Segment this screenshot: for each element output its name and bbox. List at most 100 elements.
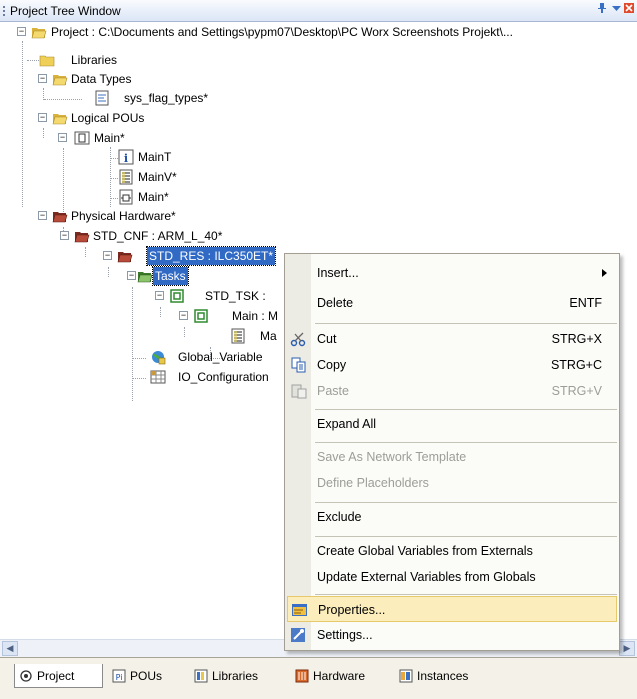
menu-item-save-as-network-template[interactable]: Save As Network Template [287,444,617,470]
title-bar: Project Tree Window [0,0,637,22]
tree-label: STD_RES : ILC350ET* [145,246,277,266]
scissors-icon [290,332,306,347]
svg-text:i: i [124,152,128,165]
menu-item-label: Settings... [317,628,373,642]
instances-tab-icon [399,669,413,683]
open-folder-icon [31,28,47,39]
menu-item-create-global-variables[interactable]: Create Global Variables from Externals [287,538,617,564]
task-icon [170,289,184,303]
tree-label: Physical Hardware* [71,209,176,223]
pou-icon [74,131,90,145]
menu-item-label: Exclude [317,510,362,524]
tab-bar: Project Pi POUs Libraries Hardware Insta… [0,657,637,699]
menu-item-copy[interactable]: Copy STRG+C [287,352,617,378]
menu-item-paste[interactable]: Paste STRG+V [287,378,617,404]
menu-item-shortcut: STRG+X [551,332,602,346]
tab-label: Project [37,669,75,683]
collapse-icon[interactable]: − [60,231,69,240]
tree-label: MainT [138,150,172,164]
hardware-folder-icon [52,212,68,223]
collapse-icon[interactable]: − [58,133,67,142]
tab-pous[interactable]: Pi POUs [108,664,186,688]
menu-item-update-external-variables[interactable]: Update External Variables from Globals [287,564,617,590]
tab-libraries[interactable]: Libraries [190,664,286,688]
globe-icon [152,351,166,365]
settings-icon [291,628,305,642]
window-title: Project Tree Window [10,4,121,18]
copy-icon [291,357,306,373]
menu-item-define-placeholders[interactable]: Define Placeholders [287,470,617,496]
menu-separator [315,536,617,537]
tab-label: Hardware [313,669,366,683]
tree-label: IO_Configuration [178,370,269,384]
collapse-icon[interactable]: − [155,291,164,300]
tree-label: Data Types [71,72,132,86]
tab-label: POUs [130,669,163,683]
hardware-folder-icon [117,252,133,263]
tree-label: sys_flag_types* [124,91,209,105]
scroll-left-icon[interactable]: ◀ [2,641,18,656]
tasks-folder-icon [137,272,153,283]
paste-icon [291,384,307,399]
collapse-icon[interactable]: − [38,113,47,122]
grip-handle[interactable] [3,6,7,16]
collapse-icon[interactable]: − [17,27,26,36]
menu-item-insert[interactable]: Insert... [287,260,617,286]
hardware-tab-icon [295,669,309,683]
menu-item-expand-all[interactable]: Expand All [287,411,617,437]
menu-item-label: Create Global Variables from Externals [317,544,533,558]
tree-label: MainV* [138,170,177,184]
tree-label: Libraries [71,53,118,67]
tree-label: Logical POUs [71,111,145,125]
menu-separator [315,442,617,443]
tab-project[interactable]: Project [14,664,103,688]
menu-item-shortcut: STRG+V [551,384,602,398]
menu-item-label: Properties... [318,603,386,617]
tab-label: Instances [417,669,469,683]
menu-item-delete[interactable]: Delete ENTF [287,290,617,316]
tree-label: Ma [260,329,277,343]
collapse-icon[interactable]: − [179,311,188,320]
menu-item-label: Save As Network Template [317,450,467,464]
variables-icon [231,328,245,344]
menu-separator [315,502,617,503]
menu-item-shortcut: STRG+C [550,358,602,372]
dropdown-icon[interactable] [609,2,623,18]
close-icon[interactable] [622,2,636,18]
menu-item-label: Expand All [317,417,377,431]
collapse-icon[interactable]: − [103,251,112,260]
svg-text:Pi: Pi [116,673,123,682]
tab-label: Libraries [212,669,259,683]
menu-item-exclude[interactable]: Exclude [287,504,617,530]
pin-icon[interactable] [595,2,609,18]
hardware-folder-icon [74,232,90,243]
menu-item-label: Paste [317,384,349,398]
menu-item-shortcut: ENTF [569,296,602,310]
menu-item-properties[interactable]: Properties... [287,596,617,622]
collapse-icon[interactable]: − [38,74,47,83]
project-tab-icon [20,670,32,682]
variables-icon [119,169,133,185]
tab-hardware[interactable]: Hardware [291,664,389,688]
io-table-icon [150,370,166,384]
scroll-right-icon[interactable]: ▶ [619,641,635,656]
menu-item-label: Delete [317,296,354,310]
menu-item-label: Insert... [317,266,359,280]
tree-label: Main* [138,190,169,204]
menu-item-label: Define Placeholders [317,476,429,490]
folder-icon [39,55,55,67]
collapse-icon[interactable]: − [38,211,47,220]
menu-item-settings[interactable]: Settings... [287,622,617,648]
menu-item-label: Update External Variables from Globals [317,570,536,584]
menu-item-cut[interactable]: Cut STRG+X [287,326,617,352]
tree-label: Main : M [232,309,279,323]
submenu-arrow-icon [602,269,607,277]
menu-separator [315,594,617,595]
collapse-icon[interactable]: − [127,271,136,280]
code-worksheet-icon [119,189,133,205]
datatype-file-icon [95,90,109,106]
tab-instances[interactable]: Instances [395,664,493,688]
menu-separator [315,323,617,324]
menu-item-label: Cut [317,332,337,346]
tree-label: Global_Variable [178,350,263,364]
